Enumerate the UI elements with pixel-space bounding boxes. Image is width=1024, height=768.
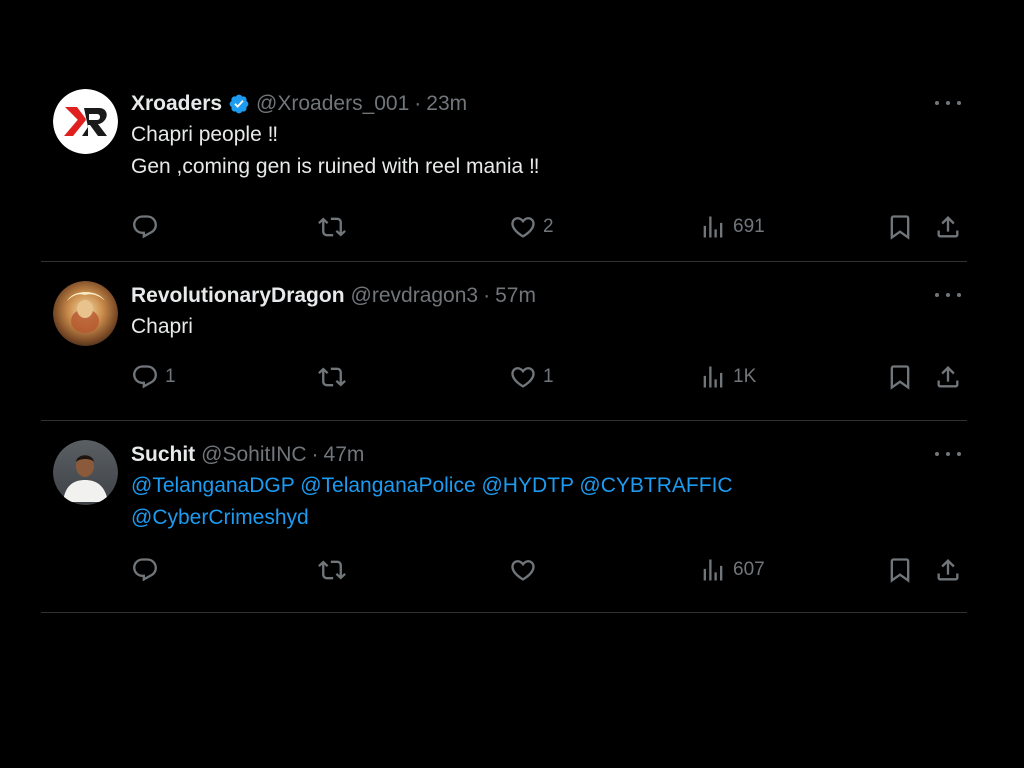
tweet-header: Xroaders @Xroaders_001 · 23m — [131, 89, 967, 119]
timeline-feed: Xroaders @Xroaders_001 · 23m Chapri peop… — [41, 70, 967, 613]
reply-button[interactable] — [131, 555, 165, 585]
like-button[interactable]: 2 — [509, 212, 554, 242]
retweet-button[interactable] — [318, 362, 352, 392]
bookmark-icon — [886, 363, 914, 391]
view-count: 691 — [733, 216, 765, 237]
display-name[interactable]: Suchit — [131, 443, 195, 467]
view-count: 1K — [733, 366, 757, 387]
like-icon — [509, 213, 537, 241]
display-name[interactable]: RevolutionaryDragon — [131, 284, 345, 308]
tweet[interactable]: Suchit @SohitINC · 47m @TelanganaDGP @Te… — [41, 421, 967, 613]
person-photo-icon — [53, 440, 118, 505]
mention-links[interactable]: @TelanganaDGP @TelanganaPolice @HYDTP @C… — [131, 470, 967, 502]
tweet-content: Suchit @SohitINC · 47m @TelanganaDGP @Te… — [131, 440, 967, 534]
avatar[interactable] — [53, 89, 118, 154]
mention-link[interactable]: @CyberCrimeshyd — [131, 502, 967, 534]
retweet-icon — [318, 213, 346, 241]
share-button[interactable] — [934, 212, 962, 242]
tweet[interactable]: RevolutionaryDragon @revdragon3 · 57m Ch… — [41, 262, 967, 421]
views-button[interactable]: 1K — [699, 362, 756, 392]
like-icon — [509, 363, 537, 391]
tweet-text-line: Gen ,coming gen is ruined with reel mani… — [131, 155, 540, 178]
more-icon[interactable] — [935, 285, 961, 305]
reply-icon — [131, 213, 159, 241]
like-button[interactable] — [509, 555, 543, 585]
handle[interactable]: @revdragon3 — [351, 284, 479, 308]
reply-icon — [131, 556, 159, 584]
more-icon[interactable] — [935, 93, 961, 113]
separator-dot: · — [483, 284, 491, 307]
share-icon — [934, 556, 962, 584]
action-bar: 607 — [131, 555, 967, 585]
like-count: 1 — [543, 366, 554, 387]
tweet-header: RevolutionaryDragon @revdragon3 · 57m — [131, 281, 967, 311]
handle[interactable]: @Xroaders_001 — [256, 92, 409, 116]
tweet-header: Suchit @SohitINC · 47m — [131, 440, 967, 470]
verified-badge-icon[interactable] — [228, 93, 250, 115]
retweet-icon — [318, 363, 346, 391]
timestamp[interactable]: 23m — [426, 92, 467, 116]
tweet-content: Xroaders @Xroaders_001 · 23m Chapri peop… — [131, 89, 967, 183]
retweet-icon — [318, 556, 346, 584]
retweet-button[interactable] — [318, 212, 352, 242]
avatar[interactable] — [53, 440, 118, 505]
avatar[interactable] — [53, 281, 118, 346]
tweet-text: Chapri — [131, 311, 967, 343]
share-button[interactable] — [934, 555, 962, 585]
share-button[interactable] — [934, 362, 962, 392]
display-name[interactable]: Xroaders — [131, 92, 222, 116]
tweet-text: @TelanganaDGP @TelanganaPolice @HYDTP @C… — [131, 470, 967, 534]
retweet-button[interactable] — [318, 555, 352, 585]
xr-logo-icon — [53, 89, 118, 154]
views-button[interactable]: 691 — [699, 212, 765, 242]
bookmark-button[interactable] — [886, 555, 914, 585]
action-bar: 1 1 1K — [131, 362, 967, 392]
timestamp[interactable]: 57m — [495, 284, 536, 308]
action-bar: 2 691 — [131, 212, 967, 242]
separator-dot: · — [311, 443, 319, 466]
views-icon — [699, 213, 727, 241]
reply-button[interactable] — [131, 212, 165, 242]
tweet-text-line: Chapri — [131, 315, 193, 338]
handle[interactable]: @SohitINC — [201, 443, 306, 467]
dragon-portrait-icon — [53, 281, 118, 346]
reply-icon — [131, 363, 159, 391]
timestamp[interactable]: 47m — [324, 443, 365, 467]
tweet-text: Chapri people ‼ Gen ,coming gen is ruine… — [131, 119, 967, 183]
reply-button[interactable]: 1 — [131, 362, 176, 392]
view-count: 607 — [733, 559, 765, 580]
tweet-content: RevolutionaryDragon @revdragon3 · 57m Ch… — [131, 281, 967, 343]
share-icon — [934, 363, 962, 391]
bookmark-button[interactable] — [886, 212, 914, 242]
reply-count: 1 — [165, 366, 176, 387]
more-icon[interactable] — [935, 444, 961, 464]
like-button[interactable]: 1 — [509, 362, 554, 392]
bookmark-icon — [886, 213, 914, 241]
tweet[interactable]: Xroaders @Xroaders_001 · 23m Chapri peop… — [41, 70, 967, 262]
like-icon — [509, 556, 537, 584]
separator-dot: · — [414, 92, 422, 115]
bookmark-icon — [886, 556, 914, 584]
bookmark-button[interactable] — [886, 362, 914, 392]
views-icon — [699, 556, 727, 584]
share-icon — [934, 213, 962, 241]
tweet-text-line: Chapri people ‼ — [131, 123, 279, 146]
views-button[interactable]: 607 — [699, 555, 765, 585]
like-count: 2 — [543, 216, 554, 237]
views-icon — [699, 363, 727, 391]
